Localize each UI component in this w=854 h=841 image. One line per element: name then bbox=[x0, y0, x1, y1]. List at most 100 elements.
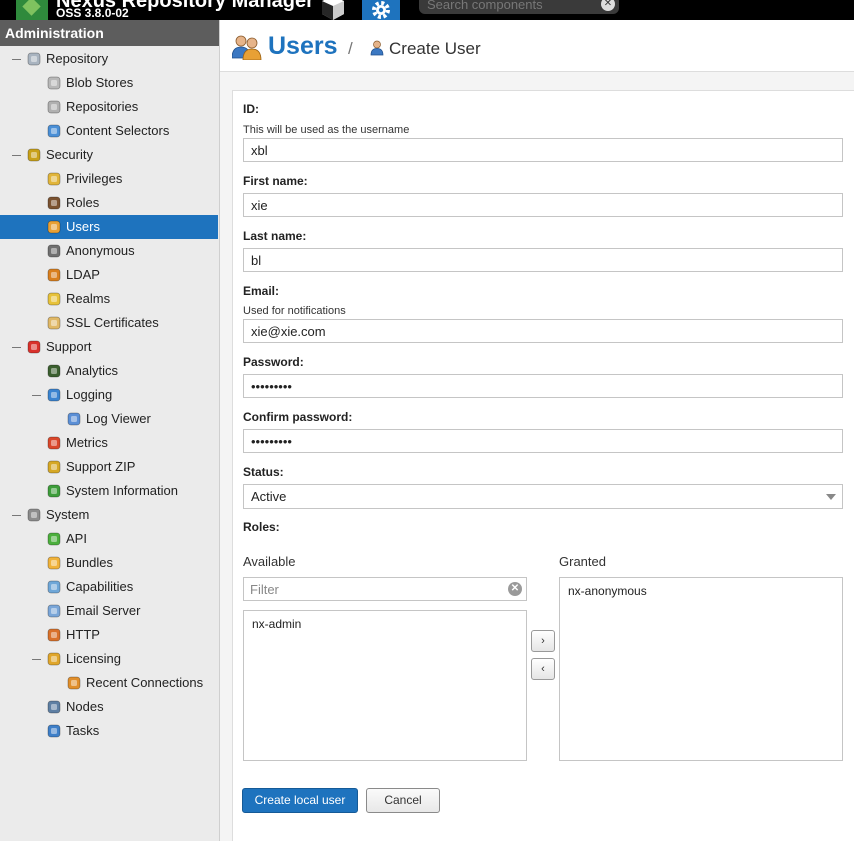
sidebar-item-blob-stores[interactable]: Blob Stores bbox=[0, 71, 218, 95]
sidebar-item-label: Roles bbox=[66, 195, 100, 210]
granted-roles-heading: Granted bbox=[559, 554, 606, 569]
sidebar-item-anonymous[interactable]: Anonymous bbox=[0, 239, 218, 263]
page-title: Users bbox=[268, 32, 338, 60]
cancel-button[interactable]: Cancel bbox=[366, 788, 440, 813]
gear-icon bbox=[372, 1, 390, 19]
status-label: Status: bbox=[243, 465, 284, 479]
chart-icon bbox=[46, 363, 62, 379]
password-field[interactable] bbox=[243, 374, 843, 398]
available-roles-heading: Available bbox=[243, 554, 296, 569]
sidebar-item-roles[interactable]: Roles bbox=[0, 191, 218, 215]
collapse-toggle-icon[interactable] bbox=[12, 515, 21, 516]
sidebar-item-support[interactable]: Support bbox=[0, 335, 218, 359]
id-help: This will be used as the username bbox=[243, 124, 410, 136]
sidebar-item-nodes[interactable]: Nodes bbox=[0, 695, 218, 719]
sidebar-item-email-server[interactable]: Email Server bbox=[0, 599, 218, 623]
sidebar-item-realms[interactable]: Realms bbox=[0, 287, 218, 311]
page-header: Users / Create User bbox=[220, 20, 854, 72]
clock-icon bbox=[46, 723, 62, 739]
collapse-toggle-icon[interactable] bbox=[12, 347, 21, 348]
sidebar-item-label: Capabilities bbox=[66, 579, 134, 594]
list-item[interactable]: nx-anonymous bbox=[568, 584, 647, 598]
sidebar-item-api[interactable]: API bbox=[0, 527, 218, 551]
email-field[interactable] bbox=[243, 319, 843, 343]
sidebar-item-security[interactable]: Security bbox=[0, 143, 218, 167]
sidebar-item-tasks[interactable]: Tasks bbox=[0, 719, 218, 743]
api-icon bbox=[46, 531, 62, 547]
sidebar-item-logging[interactable]: Logging bbox=[0, 383, 218, 407]
confirm-password-field[interactable] bbox=[243, 429, 843, 453]
sidebar-item-system-information[interactable]: System Information bbox=[0, 479, 218, 503]
sidebar-item-repositories[interactable]: Repositories bbox=[0, 95, 218, 119]
search-input[interactable] bbox=[427, 0, 597, 13]
sidebar-item-users[interactable]: Users bbox=[0, 215, 218, 239]
app-version: OSS 3.8.0-02 bbox=[56, 6, 129, 20]
add-role-button[interactable]: › bbox=[531, 630, 555, 652]
admin-gear-tab[interactable] bbox=[362, 0, 400, 20]
content-selector-icon bbox=[46, 123, 62, 139]
id-label: ID: bbox=[243, 102, 259, 116]
chevron-down-icon[interactable] bbox=[826, 494, 836, 500]
sidebar-item-label: Recent Connections bbox=[86, 675, 204, 690]
granted-roles-list[interactable]: nx-anonymous bbox=[559, 577, 843, 761]
collapse-toggle-icon[interactable] bbox=[12, 59, 21, 60]
collapse-toggle-icon[interactable] bbox=[32, 395, 41, 396]
certificate-icon bbox=[46, 315, 62, 331]
sidebar-item-bundles[interactable]: Bundles bbox=[0, 551, 218, 575]
sidebar-item-label: LDAP bbox=[66, 267, 100, 282]
globe-icon bbox=[46, 483, 62, 499]
list-item[interactable]: nx-admin bbox=[252, 617, 301, 631]
email-label: Email: bbox=[243, 284, 280, 298]
sidebar: Administration Repository Blob Stores Repo… bbox=[0, 20, 220, 841]
last-name-field[interactable] bbox=[243, 248, 843, 272]
sidebar-item-ssl-certificates[interactable]: SSL Certificates bbox=[0, 311, 218, 335]
available-roles-list[interactable]: nx-admin bbox=[243, 610, 527, 761]
connections-icon bbox=[66, 675, 82, 691]
sidebar-item-label: Licensing bbox=[66, 651, 121, 666]
sidebar-item-content-selectors[interactable]: Content Selectors bbox=[0, 119, 218, 143]
license-icon bbox=[46, 651, 62, 667]
remove-role-button[interactable]: ‹ bbox=[531, 658, 555, 680]
sidebar-item-ldap[interactable]: LDAP bbox=[0, 263, 218, 287]
sidebar-item-capabilities[interactable]: Capabilities bbox=[0, 575, 218, 599]
roles-label: Roles: bbox=[243, 520, 280, 534]
sidebar-item-http[interactable]: HTTP bbox=[0, 623, 218, 647]
lifebuoy-icon bbox=[26, 339, 42, 355]
confirm-password-label: Confirm password: bbox=[243, 410, 353, 424]
create-local-user-button[interactable]: Create local user bbox=[242, 788, 358, 813]
status-select[interactable]: Active bbox=[243, 484, 843, 509]
sidebar-item-label: System bbox=[46, 507, 90, 522]
sidebar-item-system[interactable]: System bbox=[0, 503, 218, 527]
first-name-field[interactable] bbox=[243, 193, 843, 217]
pie-icon bbox=[46, 435, 62, 451]
id-field[interactable] bbox=[243, 138, 843, 162]
role-filter[interactable]: ✕ bbox=[243, 577, 527, 601]
collapse-toggle-icon[interactable] bbox=[32, 659, 41, 660]
sidebar-item-label: Tasks bbox=[66, 723, 100, 738]
role-filter-input[interactable] bbox=[250, 581, 500, 598]
sidebar-item-repository[interactable]: Repository bbox=[0, 47, 218, 71]
search-clear-icon[interactable]: ✕ bbox=[601, 0, 615, 11]
puzzle-icon bbox=[46, 555, 62, 571]
sidebar-item-support-zip[interactable]: Support ZIP bbox=[0, 455, 218, 479]
create-user-form: ID: This will be used as the username Fi… bbox=[232, 90, 854, 841]
nodes-icon bbox=[46, 699, 62, 715]
clear-filter-icon[interactable]: ✕ bbox=[508, 582, 522, 596]
browse-cube-icon[interactable] bbox=[320, 0, 346, 20]
collapse-toggle-icon[interactable] bbox=[12, 155, 21, 156]
sidebar-item-metrics[interactable]: Metrics bbox=[0, 431, 218, 455]
log-viewer-icon bbox=[66, 411, 82, 427]
sidebar-item-label: Content Selectors bbox=[66, 123, 170, 138]
sidebar-item-licensing[interactable]: Licensing bbox=[0, 647, 218, 671]
users-icon bbox=[46, 219, 62, 235]
sidebar-item-label: Support bbox=[46, 339, 92, 354]
search-box[interactable]: ✕ bbox=[419, 0, 619, 14]
sidebar-item-privileges[interactable]: Privileges bbox=[0, 167, 218, 191]
sidebar-item-label: Repository bbox=[46, 51, 109, 66]
sidebar-item-log-viewer[interactable]: Log Viewer bbox=[0, 407, 218, 431]
sidebar-item-label: Blob Stores bbox=[66, 75, 134, 90]
top-header-bar: Nexus Repository Manager OSS 3.8.0-02 ✕ bbox=[0, 0, 854, 20]
sidebar-item-analytics[interactable]: Analytics bbox=[0, 359, 218, 383]
breadcrumb-current: Create User bbox=[389, 39, 481, 58]
sidebar-item-recent-connections[interactable]: Recent Connections bbox=[0, 671, 218, 695]
